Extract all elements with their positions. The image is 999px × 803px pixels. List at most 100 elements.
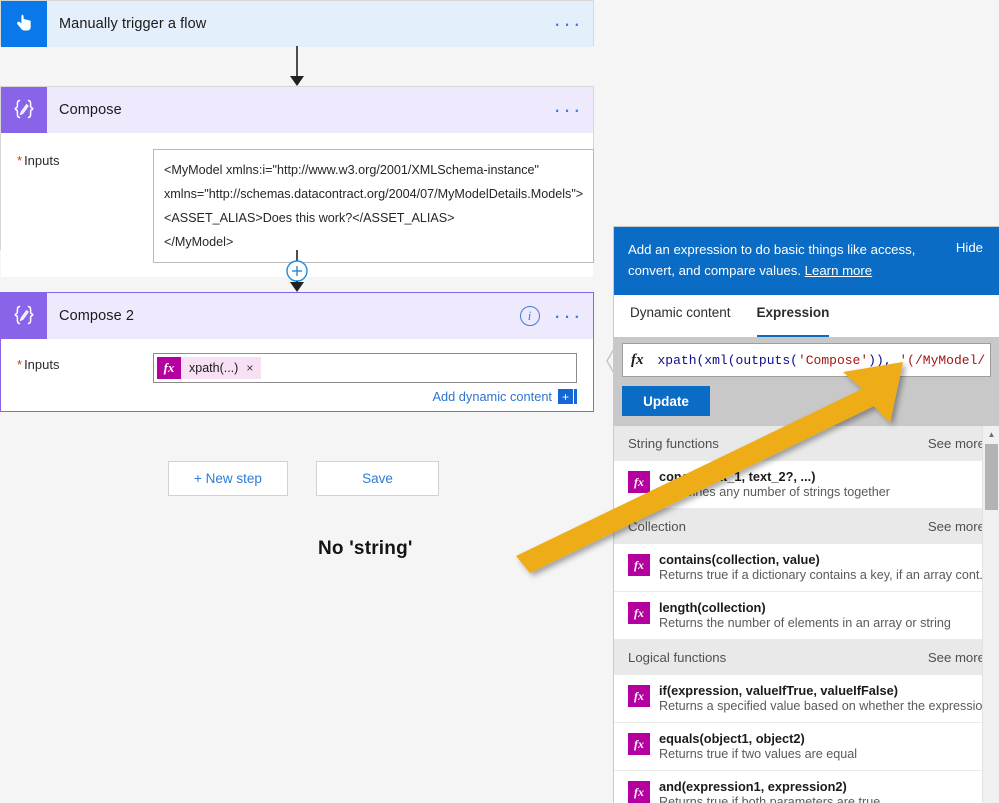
- remove-token-icon[interactable]: ×: [246, 361, 253, 375]
- compose2-body: * Inputs fx xpath(...) ×: [1, 339, 593, 385]
- insert-new-step-button[interactable]: [287, 261, 307, 281]
- xml-line: <ASSET_ALIAS>Does this work?</ASSET_ALIA…: [164, 211, 455, 225]
- compose-more-menu-button[interactable]: ···: [554, 99, 583, 121]
- expression-editor-area: fx xpath(xml(outputs('Compose')), '(/MyM…: [614, 337, 999, 426]
- function-group-header: Logical functions See more: [614, 640, 999, 675]
- see-more-link[interactable]: See more: [928, 650, 985, 665]
- expr-part-fn: xpath(xml(outputs(: [657, 352, 798, 368]
- compose2-header-actions: i ···: [519, 293, 583, 339]
- function-signature: and(expression1, expression2): [659, 779, 847, 794]
- trigger-header-actions: ···: [554, 1, 583, 47]
- add-dynamic-content-row: Add dynamic content +: [1, 385, 593, 414]
- expression-input-value: xpath(xml(outputs('Compose')), '(/MyMode…: [658, 353, 986, 368]
- connector-compose-to-compose2: [0, 250, 612, 292]
- function-description: Returns true if two values are equal: [659, 747, 858, 761]
- function-list[interactable]: String functions See more fx concat(text…: [614, 426, 999, 803]
- banner-description: Add an expression to do basic things lik…: [628, 239, 928, 281]
- add-dynamic-content-link[interactable]: Add dynamic content: [432, 389, 552, 404]
- fx-icon: fx: [628, 554, 650, 576]
- tap-hand-icon: [1, 1, 47, 47]
- function-description: Combines any number of strings together: [659, 485, 891, 499]
- fx-icon: fx: [157, 357, 181, 379]
- function-signature: contains(collection, value): [659, 552, 820, 567]
- expression-input[interactable]: fx xpath(xml(outputs('Compose')), '(/MyM…: [622, 343, 991, 377]
- function-list-item[interactable]: fx equals(object1, object2) Returns true…: [614, 723, 999, 771]
- expression-token[interactable]: fx xpath(...) ×: [157, 357, 262, 379]
- add-dynamic-content-plus-icon[interactable]: +: [558, 389, 573, 404]
- compose2-title: Compose 2: [59, 308, 135, 324]
- xml-line: xmlns="http://schemas.datacontract.org/2…: [164, 187, 584, 201]
- compose-braces-icon: [1, 87, 47, 133]
- scroll-up-arrow-icon[interactable]: ▲: [983, 426, 999, 443]
- expression-panel-banner: Add an expression to do basic things lik…: [614, 227, 999, 295]
- required-marker: *: [17, 357, 23, 372]
- compose2-more-menu-button[interactable]: ···: [554, 305, 583, 327]
- function-signature: equals(object1, object2): [659, 731, 805, 746]
- compose-inputs-value[interactable]: <MyModel xmlns:i="http://www.w3.org/2001…: [153, 149, 595, 263]
- tab-expression[interactable]: Expression: [756, 305, 830, 337]
- function-signature: concat(text_1, text_2?, ...): [659, 469, 816, 484]
- function-group-title: Collection: [628, 519, 686, 534]
- compose2-inputs-label: * Inputs: [17, 357, 60, 372]
- function-description: Returns true if a dictionary contains a …: [659, 568, 990, 582]
- panel-tabs: Dynamic content Expression: [614, 295, 999, 337]
- compose2-inputs-field[interactable]: fx xpath(...) ×: [153, 353, 577, 383]
- connector-trigger-to-compose: [0, 46, 612, 86]
- function-description: Returns a specified value based on wheth…: [659, 699, 993, 713]
- info-icon[interactable]: i: [519, 306, 540, 326]
- expr-part-mid: )),: [868, 352, 900, 368]
- update-button[interactable]: Update: [622, 386, 710, 416]
- function-list-item[interactable]: fx length(collection) Returns the number…: [614, 592, 999, 640]
- fx-icon: fx: [628, 685, 650, 707]
- compose-title: Compose: [59, 102, 122, 118]
- function-group-header: String functions See more: [614, 426, 999, 461]
- hide-banner-button[interactable]: Hide: [956, 240, 983, 255]
- compose-inputs-label: * Inputs: [17, 153, 60, 168]
- new-step-button[interactable]: + New step: [168, 461, 288, 496]
- save-button[interactable]: Save: [316, 461, 439, 496]
- trigger-card[interactable]: Manually trigger a flow ···: [0, 0, 594, 47]
- compose2-card-header[interactable]: Compose 2 i ···: [1, 293, 593, 339]
- function-list-item[interactable]: fx concat(text_1, text_2?, ...) Combines…: [614, 461, 999, 509]
- function-list-item[interactable]: fx contains(collection, value) Returns t…: [614, 544, 999, 592]
- compose-header-actions: ···: [554, 87, 583, 133]
- compose-card-header[interactable]: Compose ···: [1, 87, 593, 133]
- trigger-title: Manually trigger a flow: [59, 16, 207, 32]
- function-group-title: String functions: [628, 436, 719, 451]
- expr-part-str: 'Compose': [797, 352, 869, 368]
- function-list-item[interactable]: fx and(expression1, expression2) Returns…: [614, 771, 999, 803]
- fx-icon: fx: [628, 471, 650, 493]
- function-description: Returns the number of elements in an arr…: [659, 616, 951, 630]
- flow-designer-screen: Manually trigger a flow ··· Compose ··· …: [0, 0, 999, 803]
- expression-token-label: xpath(...) ×: [181, 357, 262, 379]
- function-group-header: Collection See more: [614, 509, 999, 544]
- fx-icon: fx: [628, 781, 650, 803]
- expression-panel: Add an expression to do basic things lik…: [613, 226, 999, 803]
- text-caret: [574, 389, 577, 404]
- compose2-card[interactable]: Compose 2 i ··· *Inputs fx xpath(...) ×: [0, 292, 594, 412]
- fx-icon: fx: [628, 602, 650, 624]
- trigger-more-menu-button[interactable]: ···: [554, 13, 583, 35]
- function-list-item[interactable]: fx if(expression, valueIfTrue, valueIfFa…: [614, 675, 999, 723]
- function-signature: if(expression, valueIfTrue, valueIfFalse…: [659, 683, 898, 698]
- annotation-note-text: No 'string': [318, 538, 413, 559]
- compose-braces-icon: [1, 293, 47, 339]
- expr-part-str2: '(/MyModel/: [899, 352, 986, 368]
- scroll-down-arrow-icon[interactable]: ▼: [983, 798, 999, 803]
- learn-more-link[interactable]: Learn more: [805, 263, 872, 278]
- flow-action-buttons: + New step Save: [168, 461, 439, 496]
- fx-icon: fx: [628, 733, 650, 755]
- scrollbar-thumb[interactable]: [985, 444, 998, 510]
- see-more-link[interactable]: See more: [928, 436, 985, 451]
- xml-line: <MyModel xmlns:i="http://www.w3.org/2001…: [164, 163, 540, 177]
- function-group-title: Logical functions: [628, 650, 727, 665]
- see-more-link[interactable]: See more: [928, 519, 985, 534]
- tab-dynamic-content[interactable]: Dynamic content: [630, 305, 731, 337]
- flow-designer-canvas: Manually trigger a flow ··· Compose ··· …: [0, 0, 612, 803]
- function-signature: length(collection): [659, 600, 766, 615]
- required-marker: *: [17, 153, 23, 168]
- function-description: Returns true if both parameters are true: [659, 795, 881, 803]
- compose-card[interactable]: Compose ··· * Inputs <MyModel xmlns:i="ht…: [0, 86, 595, 277]
- function-list-scrollbar[interactable]: ▲ ▼: [982, 426, 999, 803]
- trigger-card-header[interactable]: Manually trigger a flow ···: [1, 1, 593, 47]
